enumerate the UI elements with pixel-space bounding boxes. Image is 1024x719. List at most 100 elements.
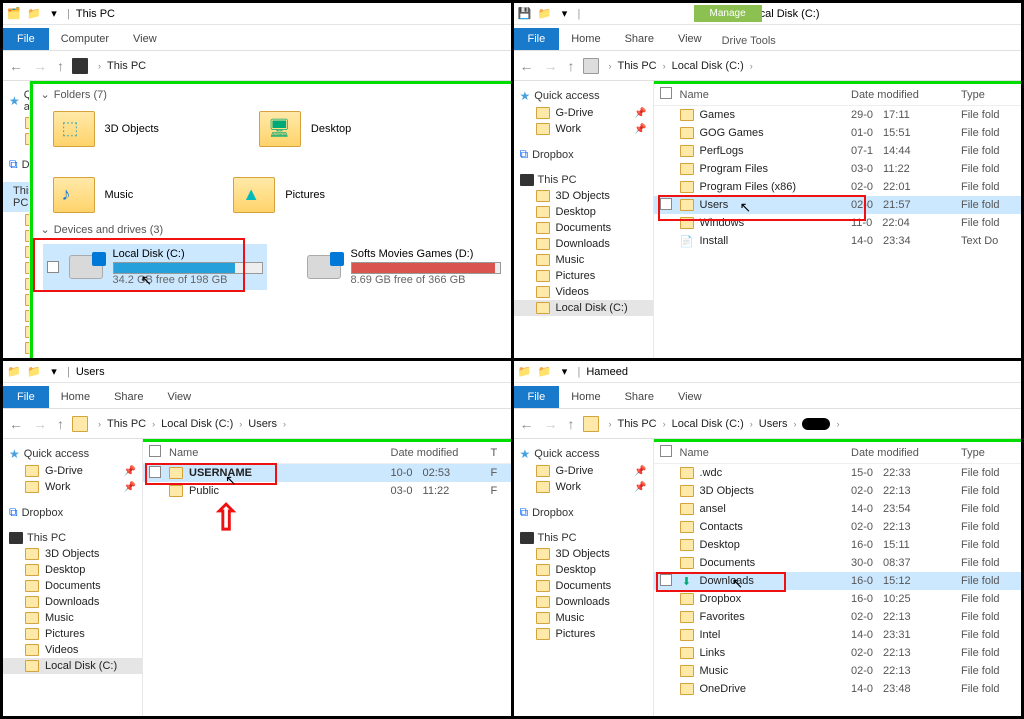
sidebar-quick-access[interactable]: Quick access bbox=[534, 448, 599, 460]
sidebar-item-gdrive[interactable]: G-Drive📌 bbox=[514, 463, 653, 479]
tab-share[interactable]: Share bbox=[613, 28, 666, 50]
select-all-checkbox[interactable] bbox=[149, 445, 161, 457]
sidebar-item[interactable]: My Drive (E:) bbox=[3, 356, 30, 358]
tab-view[interactable]: View bbox=[666, 28, 714, 50]
sidebar-item-work[interactable]: Work📌 bbox=[3, 479, 142, 495]
sidebar-item[interactable]: Desktop bbox=[514, 204, 653, 220]
col-date[interactable]: Date modified bbox=[851, 89, 961, 101]
sidebar-item-work[interactable]: Work📌 bbox=[514, 121, 653, 137]
crumb-users[interactable]: Users bbox=[248, 418, 277, 430]
crumb-thispc[interactable]: This PC bbox=[618, 418, 657, 430]
nav-back[interactable]: ← bbox=[9, 416, 23, 432]
sidebar-item[interactable]: Documents bbox=[3, 244, 30, 260]
list-row[interactable]: ⬇Downloads16-015:12File fold bbox=[654, 572, 1022, 590]
list-row[interactable]: OneDrive14-023:48File fold bbox=[654, 680, 1022, 698]
sidebar-item[interactable]: Desktop bbox=[514, 562, 653, 578]
sidebar-item-work[interactable]: Work📌 bbox=[3, 131, 30, 147]
nav-back[interactable]: ← bbox=[520, 416, 534, 432]
col-name[interactable]: Name bbox=[680, 447, 852, 459]
sidebar-item[interactable]: Documents bbox=[514, 578, 653, 594]
sidebar-item-gdrive[interactable]: G-Drive📌 bbox=[3, 463, 142, 479]
sidebar-item[interactable]: Pictures bbox=[3, 626, 142, 642]
sidebar-dropbox[interactable]: Dropbox bbox=[22, 159, 30, 171]
drive-checkbox[interactable] bbox=[47, 261, 59, 273]
chevron-down-icon[interactable]: ▾ bbox=[558, 7, 572, 21]
list-row[interactable]: Favorites02-022:13File fold bbox=[654, 608, 1022, 626]
col-type[interactable]: T bbox=[491, 447, 511, 459]
tab-computer[interactable]: Computer bbox=[49, 28, 121, 50]
sidebar-item[interactable]: Desktop bbox=[3, 562, 142, 578]
sidebar-item[interactable]: Documents bbox=[3, 578, 142, 594]
chevron-down-icon[interactable]: ▾ bbox=[47, 7, 61, 21]
tab-share[interactable]: Share bbox=[102, 386, 155, 408]
sidebar-item[interactable]: Videos bbox=[3, 642, 142, 658]
sidebar-thispc[interactable]: This PC bbox=[538, 174, 577, 186]
list-row[interactable]: 📄Install14-023:34Text Do bbox=[654, 232, 1022, 250]
row-checkbox[interactable] bbox=[149, 466, 161, 478]
sidebar-item[interactable]: 3D Objects bbox=[3, 546, 142, 562]
list-row[interactable]: Dropbox16-010:25File fold bbox=[654, 590, 1022, 608]
row-checkbox[interactable] bbox=[660, 198, 672, 210]
col-date[interactable]: Date modified bbox=[851, 447, 961, 459]
tab-view[interactable]: View bbox=[155, 386, 203, 408]
select-all-checkbox[interactable] bbox=[660, 87, 672, 99]
row-checkbox[interactable] bbox=[660, 574, 672, 586]
sidebar-item[interactable]: Downloads bbox=[514, 594, 653, 610]
tab-share[interactable]: Share bbox=[613, 386, 666, 408]
sidebar-item[interactable]: Local Disk (C:) bbox=[514, 300, 653, 316]
crumb-username-redacted[interactable] bbox=[802, 418, 830, 430]
folder-tile-3dobjects[interactable]: ⬚3D Objects bbox=[53, 111, 159, 147]
select-all-checkbox[interactable] bbox=[660, 445, 672, 457]
list-row[interactable]: Links02-022:13File fold bbox=[654, 644, 1022, 662]
col-date[interactable]: Date modified bbox=[391, 447, 491, 459]
nav-back[interactable]: ← bbox=[9, 58, 23, 74]
folder-tile-music[interactable]: ♪Music bbox=[53, 177, 134, 213]
nav-up[interactable]: ↑ bbox=[57, 416, 64, 432]
list-row[interactable]: Intel14-023:31File fold bbox=[654, 626, 1022, 644]
tab-file[interactable]: File bbox=[514, 386, 560, 408]
list-row[interactable]: GOG Games01-015:51File fold bbox=[654, 124, 1022, 142]
expand-icon[interactable]: ⌄ bbox=[41, 88, 50, 101]
list-row[interactable]: USERNAME10-002:53F bbox=[143, 464, 511, 482]
nav-fwd[interactable]: → bbox=[33, 416, 47, 432]
sidebar-item-work[interactable]: Work📌 bbox=[514, 479, 653, 495]
list-row[interactable]: Program Files (x86)02-022:01File fold bbox=[654, 178, 1022, 196]
sidebar-item[interactable]: Music bbox=[514, 610, 653, 626]
folder-tile-pictures[interactable]: ▲Pictures bbox=[233, 177, 325, 213]
sidebar-item[interactable]: 3D Objects bbox=[514, 188, 653, 204]
section-folders[interactable]: Folders (7) bbox=[54, 89, 107, 101]
chevron-down-icon[interactable]: ▾ bbox=[47, 365, 61, 379]
sidebar-item[interactable]: 3D Objects bbox=[514, 546, 653, 562]
tab-file[interactable]: File bbox=[514, 28, 560, 50]
sidebar-dropbox[interactable]: Dropbox bbox=[532, 149, 574, 161]
nav-up[interactable]: ↑ bbox=[568, 416, 575, 432]
sidebar-item[interactable]: Local Disk (C:) bbox=[3, 324, 30, 340]
tab-file[interactable]: File bbox=[3, 28, 49, 50]
list-row[interactable]: Games29-017:11File fold bbox=[654, 106, 1022, 124]
list-row[interactable]: Contacts02-022:13File fold bbox=[654, 518, 1022, 536]
crumb-thispc[interactable]: This PC bbox=[618, 60, 657, 72]
sidebar-item[interactable]: Downloads bbox=[3, 594, 142, 610]
tab-file[interactable]: File bbox=[3, 386, 49, 408]
tab-home[interactable]: Home bbox=[559, 28, 612, 50]
list-row[interactable]: Music02-022:13File fold bbox=[654, 662, 1022, 680]
sidebar-item-gdrive[interactable]: G-Drive📌 bbox=[514, 105, 653, 121]
section-devices[interactable]: Devices and drives (3) bbox=[54, 224, 163, 236]
nav-fwd[interactable]: → bbox=[33, 58, 47, 74]
sidebar-item[interactable]: Music bbox=[3, 610, 142, 626]
crumb-users[interactable]: Users bbox=[759, 418, 788, 430]
crumb-thispc[interactable]: This PC bbox=[107, 60, 146, 72]
sidebar-item[interactable]: Local Disk (C:) bbox=[3, 658, 142, 674]
list-row[interactable]: Program Files03-011:22File fold bbox=[654, 160, 1022, 178]
col-type[interactable]: Type bbox=[961, 89, 1021, 101]
sidebar-item[interactable]: Pictures bbox=[3, 292, 30, 308]
list-row[interactable]: PerfLogs07-114:44File fold bbox=[654, 142, 1022, 160]
crumb-thispc[interactable]: This PC bbox=[107, 418, 146, 430]
list-row[interactable]: Windows11-022:04File fold bbox=[654, 214, 1022, 232]
sidebar-item-gdrive[interactable]: G-Drive📌 bbox=[3, 115, 30, 131]
sidebar-item[interactable]: Music bbox=[514, 252, 653, 268]
sidebar-thispc[interactable]: This PC bbox=[13, 185, 30, 209]
manage-contextual-tab[interactable]: Manage bbox=[694, 5, 762, 22]
crumb-c[interactable]: Local Disk (C:) bbox=[672, 418, 744, 430]
list-row[interactable]: Documents30-008:37File fold bbox=[654, 554, 1022, 572]
